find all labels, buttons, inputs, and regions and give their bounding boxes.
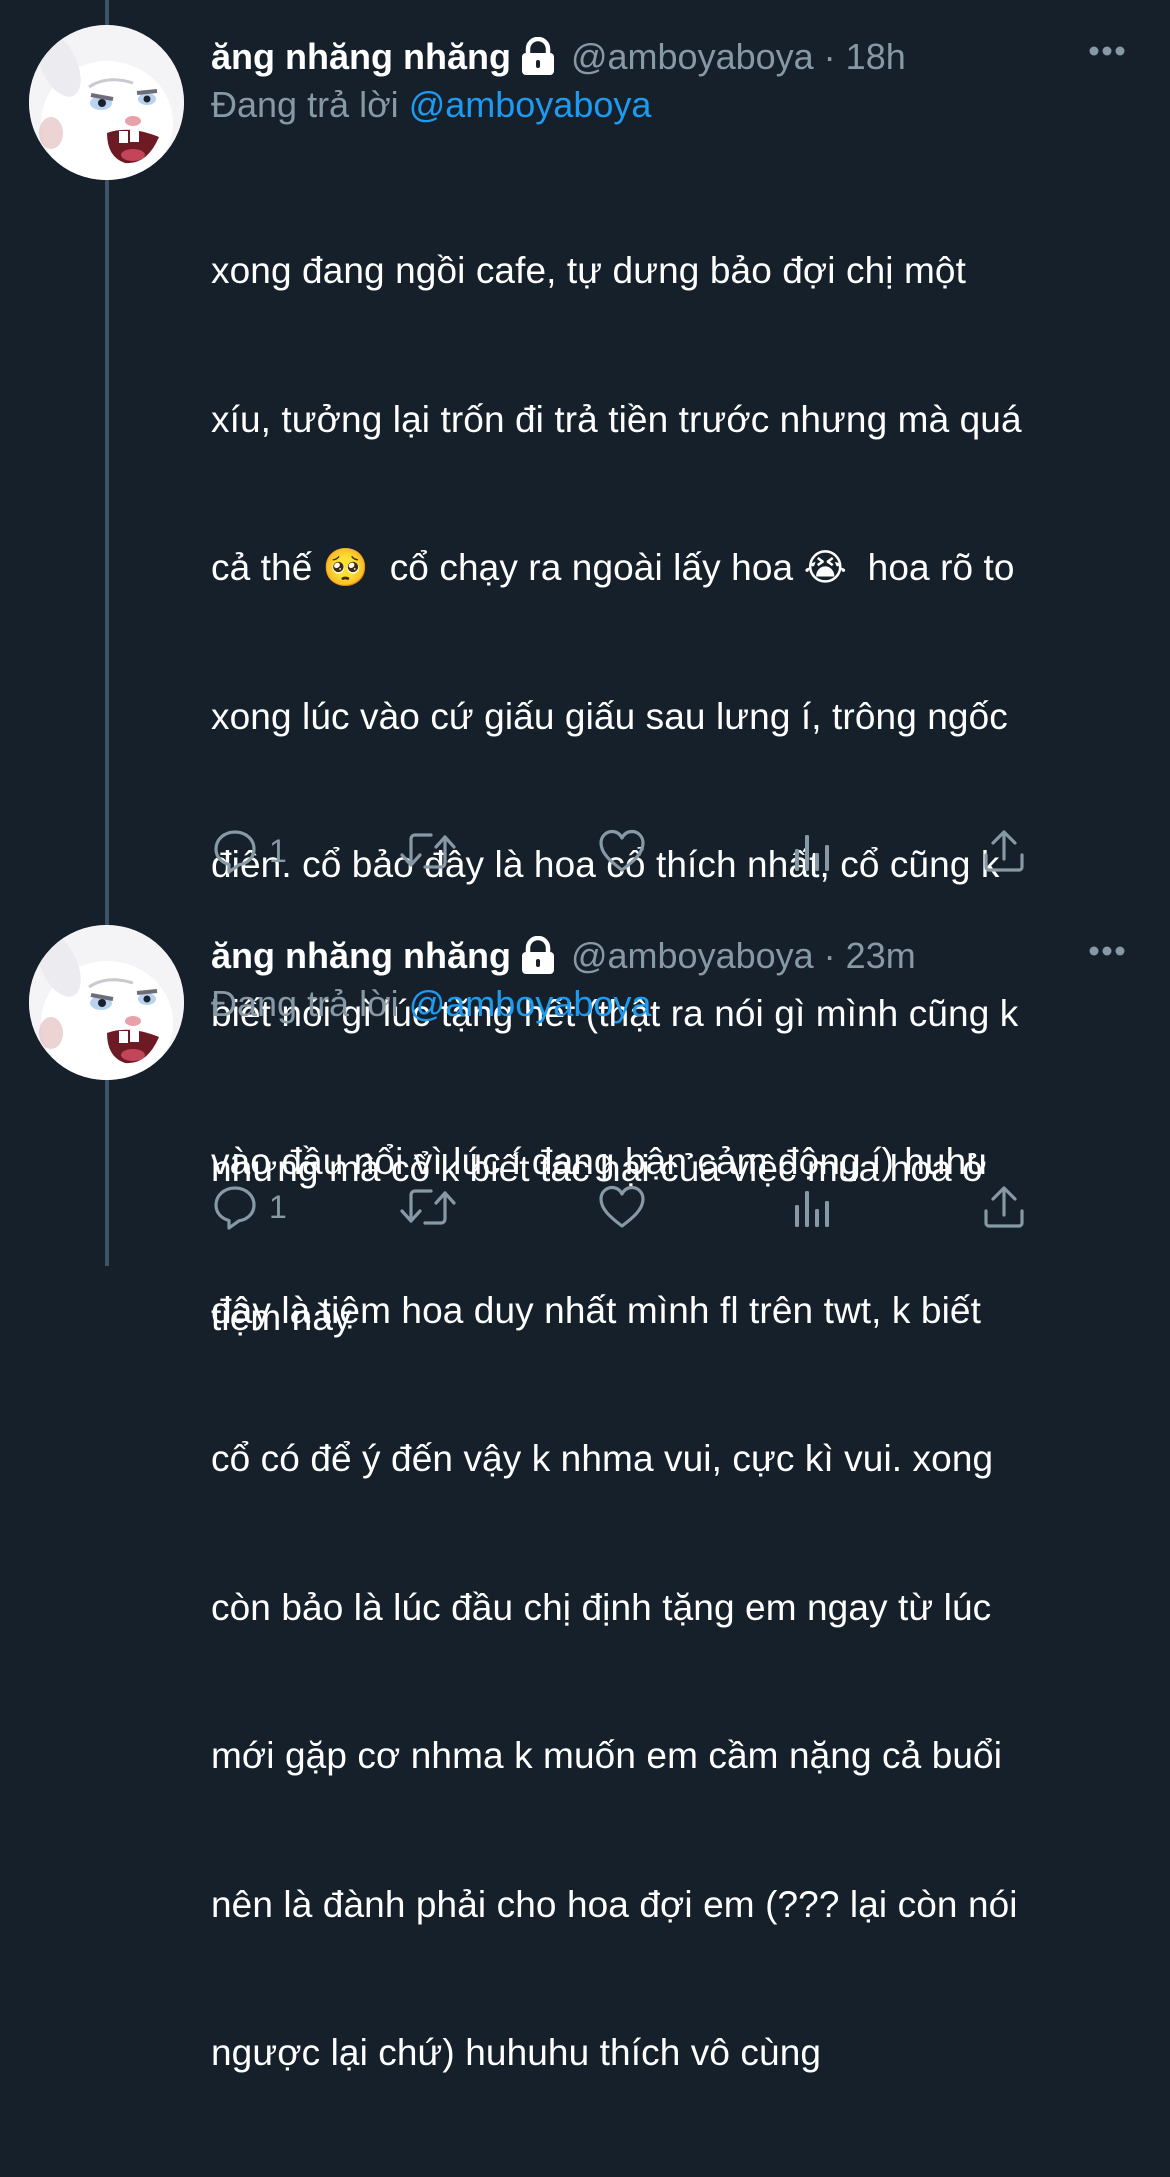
tweet-header: ăng nhăng nhăng @amboyaboya · 18h [211,32,906,82]
separator-dot: · [823,36,836,77]
replying-to-label: Đang trả lời [211,84,399,125]
reply-icon [214,830,256,874]
retweet-icon [400,833,456,869]
avatar[interactable] [29,25,184,180]
display-name[interactable]: ăng nhăng nhăng [211,32,511,82]
tweet-text-line: đây là tiệm hoa duy nhất mình fl trên tw… [211,1289,981,1331]
tweet-text-line: xong lúc vào cứ giấu giấu sau lưng í, tr… [211,695,1008,737]
reply-icon [214,1186,256,1230]
analytics-button[interactable] [792,1182,836,1232]
like-icon [599,1185,645,1228]
tweet-text-line: mới gặp cơ nhma k muốn em cầm nặng cả bu… [211,1735,1003,1776]
share-icon [984,830,1024,872]
share-icon [984,1186,1024,1228]
tweet[interactable]: ăng nhăng nhăng @amboyaboya · 18h Đang t… [0,0,1170,2073]
tweet-text: xong đang ngồi cafe, tự dưng bảo đợi chị… [211,147,1151,2177]
like-button[interactable] [597,826,647,876]
more-icon[interactable] [1088,944,1126,958]
tweet-text-line: xíu, tưởng lại trốn đi trả tiền trước nh… [211,398,1022,440]
reply-count: 1 [269,832,287,869]
tweet-text-line: còn bảo là lúc đầu chị định tặng em ngay… [211,1586,992,1628]
lock-icon [521,37,554,75]
analytics-icon [795,1191,829,1227]
rabbit-avatar-icon [29,925,184,1080]
share-button[interactable] [981,1182,1027,1232]
analytics-button[interactable] [792,826,836,876]
reply-button[interactable]: 1 [211,1182,287,1232]
analytics-icon [795,835,829,871]
tweet-actions: 1 [211,826,1041,876]
tweet-text-line: biết nói gì lúc tặng hết (thật ra nói gì… [211,992,1019,1034]
tweet-text-line: vào đầu nổi vì lúc í đang bận cảm động í… [211,1141,987,1182]
tweet-text-line: nên là đành phải cho hoa đợi em (??? lại… [211,1883,1018,1925]
tweet-text-line: cổ có để ý đến vậy k nhma vui, cực kì vu… [211,1438,994,1479]
tweet-text-line: xong đang ngồi cafe, tự dưng bảo đợi chị… [211,250,966,291]
timestamp[interactable]: 18h [846,32,906,82]
rabbit-avatar-icon [29,25,184,180]
like-icon [599,829,645,872]
reply-count: 1 [269,1188,287,1225]
share-button[interactable] [981,826,1027,876]
user-handle[interactable]: @amboyaboya [571,32,814,82]
tweet-text-line: ngược lại chứ) huhuhu thích vô cùng [211,2032,822,2073]
retweet-button[interactable] [399,826,457,876]
replying-to: Đang trả lời @amboyaboya [211,82,651,128]
like-button[interactable] [597,1182,647,1232]
tweet-text-line: cả thế 🥺 cổ chạy ra ngoài lấy hoa 😭 hoa … [211,547,1015,588]
avatar[interactable] [29,925,184,1080]
more-icon[interactable] [1088,44,1126,58]
retweet-icon [400,1189,456,1225]
reply-mention-link[interactable]: @amboyaboya [409,84,652,125]
reply-button[interactable]: 1 [211,826,287,876]
tweet-actions: 1 [211,1182,1041,1232]
retweet-button[interactable] [399,1182,457,1232]
